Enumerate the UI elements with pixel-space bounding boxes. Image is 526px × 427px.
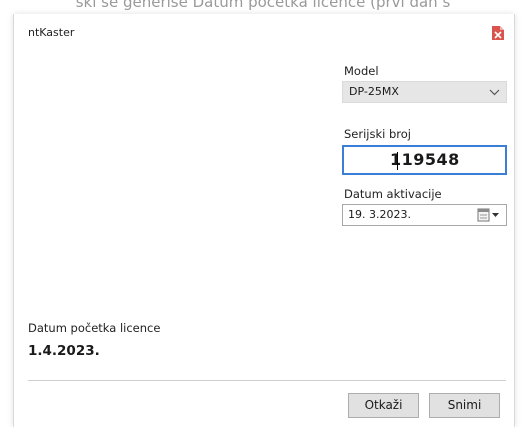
- chevron-down-icon: [489, 89, 500, 96]
- activation-date-picker[interactable]: 19. 3.2023.: [342, 204, 507, 226]
- dialog-window: ntKaster Model DP-25MX Serijski broj 119…: [13, 14, 515, 427]
- serial-label: Serijski broj: [344, 127, 412, 141]
- serial-input[interactable]: 119548: [342, 145, 507, 175]
- activation-date-value: 19. 3.2023.: [348, 208, 411, 221]
- window-title: ntKaster: [28, 26, 75, 39]
- close-icon[interactable]: [491, 25, 505, 41]
- license-start-label: Datum početka licence: [28, 321, 161, 335]
- save-button[interactable]: Snimi: [429, 393, 500, 418]
- cancel-button[interactable]: Otkaži: [348, 393, 419, 418]
- text-caret: [397, 152, 398, 170]
- activation-date-label: Datum aktivacije: [344, 187, 442, 201]
- model-select[interactable]: DP-25MX: [342, 81, 507, 103]
- calendar-dropdown-icon[interactable]: [477, 208, 501, 222]
- footer-divider: [28, 380, 506, 381]
- model-select-value: DP-25MX: [349, 85, 399, 98]
- serial-input-value: 119548: [390, 150, 460, 169]
- model-label: Model: [344, 64, 379, 78]
- background-caption: ski se generiše Datum početka licence (p…: [75, 0, 451, 11]
- license-start-value: 1.4.2023.: [28, 343, 100, 359]
